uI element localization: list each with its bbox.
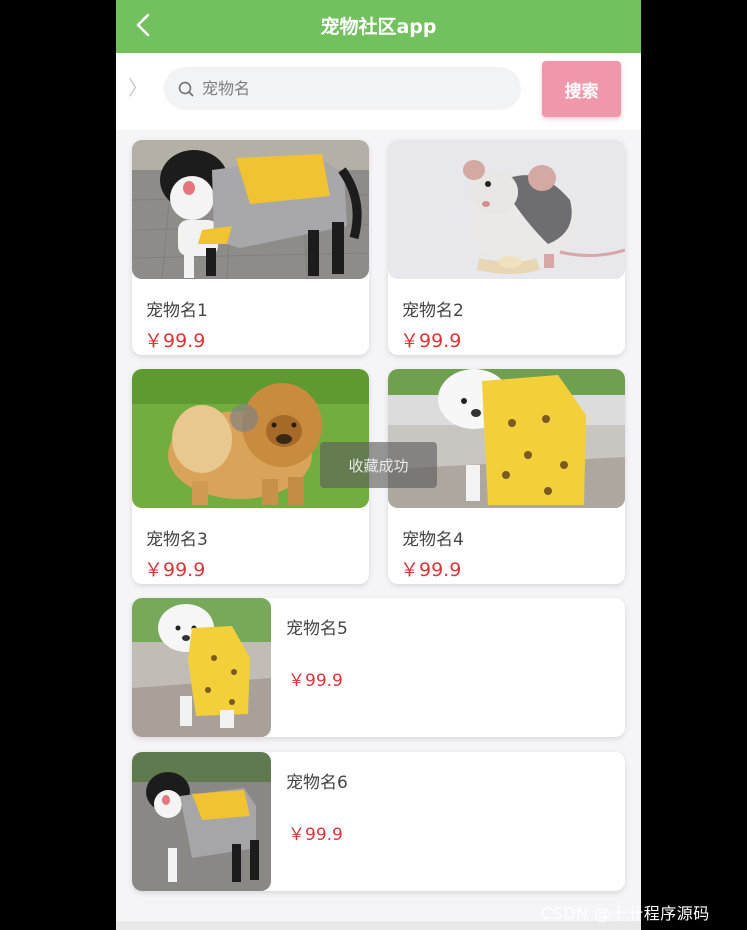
page-title: 宠物社区app — [320, 16, 437, 38]
touch-indicator — [230, 404, 258, 432]
pet-image-rat — [388, 140, 625, 279]
pet-name: 宠物名4 — [402, 530, 464, 550]
pet-price: ￥99.9 — [288, 825, 343, 845]
pet-name: 宠物名6 — [286, 773, 348, 793]
pet-price: ￥99.9 — [400, 559, 462, 581]
pet-name: 宠物名3 — [146, 530, 208, 550]
search-icon — [178, 81, 194, 96]
toast-message: 收藏成功 — [320, 442, 437, 488]
pet-image-border-collie — [132, 140, 369, 279]
pet-name: 宠物名1 — [146, 301, 208, 321]
navbar: 宠物社区app — [116, 0, 641, 53]
search-input[interactable] — [202, 79, 502, 98]
search-button[interactable]: 搜索 — [542, 61, 621, 117]
watermark: CSDN @十卄程序源码 — [541, 904, 710, 923]
pet-name: 宠物名2 — [402, 301, 464, 321]
search-box[interactable] — [164, 67, 521, 110]
pet-card[interactable]: 宠物名1 ￥99.9 — [132, 140, 369, 355]
expand-button[interactable]: 〉 — [128, 75, 148, 101]
pet-price: ￥99.9 — [144, 559, 206, 581]
search-bar: 〉 搜索 — [116, 53, 641, 130]
pet-card[interactable]: 宠物名2 ￥99.9 — [388, 140, 625, 355]
app-screen: 宠物社区app 〉 搜索 — [116, 0, 641, 930]
pet-list-item[interactable]: 宠物名6 ￥99.9 — [132, 752, 625, 891]
pet-list-item[interactable]: 宠物名5 ￥99.9 — [132, 598, 625, 737]
pet-price: ￥99.9 — [288, 671, 343, 691]
pet-name: 宠物名5 — [286, 619, 348, 639]
pet-price: ￥99.9 — [400, 330, 462, 352]
pet-image-poodle — [132, 598, 271, 737]
pet-price: ￥99.9 — [144, 330, 206, 352]
pet-image-border-collie — [132, 752, 271, 891]
